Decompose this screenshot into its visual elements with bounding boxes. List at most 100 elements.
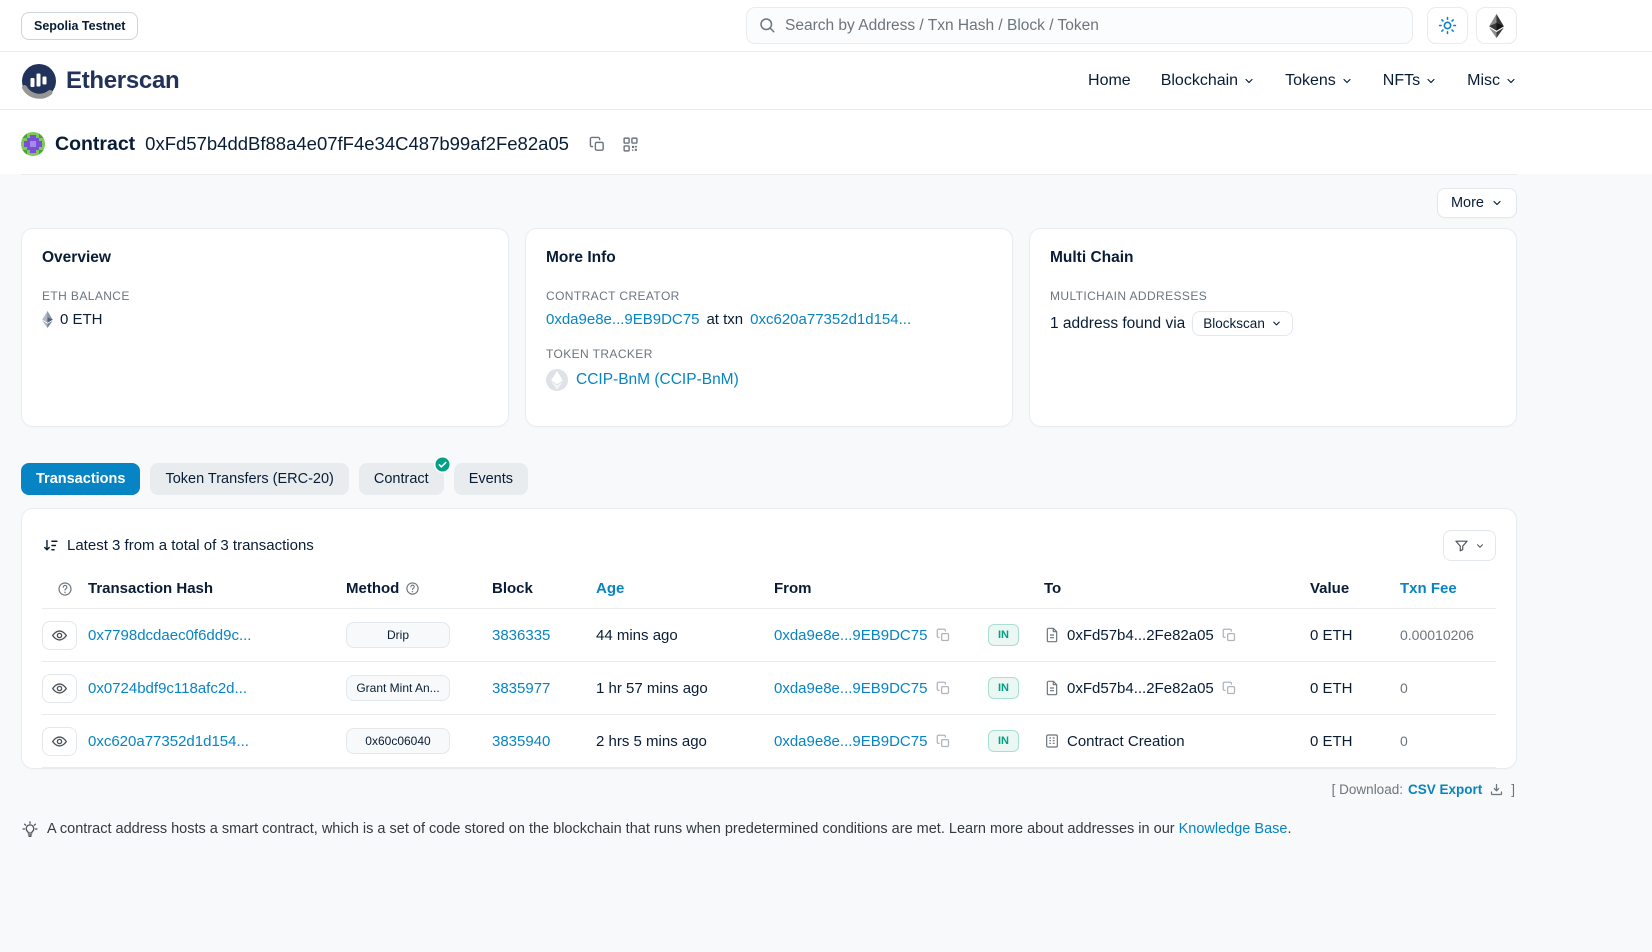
copy-address-button[interactable] xyxy=(587,134,608,155)
copy-icon[interactable] xyxy=(1221,680,1238,697)
to-address: 0xFd57b4...2Fe82a05 xyxy=(1067,627,1214,644)
col-age-toggle[interactable]: Age xyxy=(596,580,774,597)
document-icon xyxy=(1044,680,1060,696)
help-icon xyxy=(405,581,420,596)
contract-creation-icon xyxy=(1044,733,1060,749)
address-tabs: Transactions Token Transfers (ERC-20) Co… xyxy=(21,463,1517,495)
card-title: Overview xyxy=(42,249,488,267)
card-title: More Info xyxy=(546,249,992,267)
age-text: 44 mins ago xyxy=(596,627,678,644)
tab-token-transfers-erc-20-[interactable]: Token Transfers (ERC-20) xyxy=(150,463,348,495)
footnote-text: A contract address hosts a smart contrac… xyxy=(47,821,1175,837)
from-address-link[interactable]: 0xda9e8e...9EB9DC75 xyxy=(774,627,927,644)
download-icon xyxy=(1489,782,1504,797)
col-from: From xyxy=(774,580,988,597)
download-row: [ Download: CSV Export ] xyxy=(21,769,1517,797)
tab-contract[interactable]: Contract xyxy=(359,463,444,495)
sort-icon xyxy=(42,537,59,554)
direction-badge: IN xyxy=(988,730,1019,752)
help-icon xyxy=(57,581,73,597)
table-header-row: Transaction Hash Method Block Age From T… xyxy=(42,580,1496,609)
col-method: Method xyxy=(346,580,492,597)
qr-code-button[interactable] xyxy=(620,134,641,155)
from-address-link[interactable]: 0xda9e8e...9EB9DC75 xyxy=(774,733,927,750)
eth-balance-value: 0 ETH xyxy=(60,311,103,328)
filter-button[interactable] xyxy=(1443,530,1496,561)
age-text: 1 hr 57 mins ago xyxy=(596,680,708,697)
chevron-down-icon xyxy=(1271,318,1282,329)
sun-icon xyxy=(1438,16,1457,35)
tab-transactions[interactable]: Transactions xyxy=(21,463,140,495)
contract-creator-label: CONTRACT CREATOR xyxy=(546,289,992,303)
nav-item-tokens[interactable]: Tokens xyxy=(1285,72,1353,90)
token-tracker-link[interactable]: CCIP-BnM (CCIP-BnM) xyxy=(576,371,739,389)
etherscan-logo[interactable]: Etherscan xyxy=(21,63,179,99)
copy-icon[interactable] xyxy=(1221,627,1238,644)
creator-address-link[interactable]: 0xda9e8e...9EB9DC75 xyxy=(546,311,699,328)
txn-hash-link[interactable]: 0x7798dcdaec0f6dd9c... xyxy=(88,627,251,644)
chevron-down-icon xyxy=(1505,75,1517,87)
copy-icon[interactable] xyxy=(935,627,952,644)
method-badge: 0x60c06040 xyxy=(346,728,450,754)
brand-name: Etherscan xyxy=(66,67,179,95)
document-icon xyxy=(1044,627,1060,643)
txn-preview-button[interactable] xyxy=(42,674,77,703)
multichain-addresses-label: MULTICHAIN ADDRESSES xyxy=(1050,289,1496,303)
search-input[interactable] xyxy=(746,7,1413,44)
creation-txn-link[interactable]: 0xc620a77352d1d154... xyxy=(750,311,911,328)
network-badge[interactable]: Sepolia Testnet xyxy=(21,12,138,40)
txn-preview-button[interactable] xyxy=(42,621,77,650)
nav-item-misc[interactable]: Misc xyxy=(1467,72,1517,90)
top-bar: Sepolia Testnet xyxy=(0,0,1652,52)
token-icon xyxy=(546,369,568,391)
age-text: 2 hrs 5 mins ago xyxy=(596,733,707,750)
col-value: Value xyxy=(1310,580,1400,597)
nav-item-home[interactable]: Home xyxy=(1088,72,1131,90)
theme-toggle-button[interactable] xyxy=(1427,7,1468,44)
copy-icon xyxy=(589,136,606,153)
csv-export-link[interactable]: CSV Export xyxy=(1408,782,1482,797)
col-transaction-hash: Transaction Hash xyxy=(88,580,346,597)
search-icon xyxy=(758,16,776,34)
txn-hash-link[interactable]: 0x0724bdf9c118afc2d... xyxy=(88,680,247,697)
blockscan-dropdown[interactable]: Blockscan xyxy=(1192,311,1293,336)
nav-item-nfts[interactable]: NFTs xyxy=(1383,72,1437,90)
multichain-found-text: 1 address found via xyxy=(1050,315,1185,333)
nav-item-blockchain[interactable]: Blockchain xyxy=(1161,72,1255,90)
tab-events[interactable]: Events xyxy=(454,463,528,495)
overview-card: Overview ETH BALANCE 0 ETH xyxy=(21,228,509,427)
txn-value: 0 ETH xyxy=(1310,627,1353,644)
download-suffix: ] xyxy=(1511,782,1515,797)
from-address-link[interactable]: 0xda9e8e...9EB9DC75 xyxy=(774,680,927,697)
copy-icon[interactable] xyxy=(935,680,952,697)
chevron-down-icon xyxy=(1425,75,1437,87)
txn-fee: 0.00010206 xyxy=(1400,627,1474,643)
txn-value: 0 ETH xyxy=(1310,680,1353,697)
txn-preview-button[interactable] xyxy=(42,727,77,756)
search-bar xyxy=(746,7,1413,44)
table-row: 0xc620a77352d1d154... 0x60c06040 3835940… xyxy=(42,715,1496,768)
main-content: More Overview ETH BALANCE 0 ETH More Inf… xyxy=(0,174,1652,838)
funnel-icon xyxy=(1454,538,1469,553)
block-link[interactable]: 3836335 xyxy=(492,627,550,644)
txn-hash-link[interactable]: 0xc620a77352d1d154... xyxy=(88,733,249,750)
more-dropdown-button[interactable]: More xyxy=(1437,188,1517,218)
eye-icon xyxy=(51,627,68,644)
download-prefix: [ Download: xyxy=(1332,782,1403,797)
block-link[interactable]: 3835940 xyxy=(492,733,550,750)
eth-balance-label: ETH BALANCE xyxy=(42,289,488,303)
copy-icon[interactable] xyxy=(935,733,952,750)
col-txn-fee-toggle[interactable]: Txn Fee xyxy=(1400,580,1496,597)
card-title: Multi Chain xyxy=(1050,249,1496,267)
block-link[interactable]: 3835977 xyxy=(492,680,550,697)
main-navbar: Etherscan Home Blockchain Tokens NFTs Mi… xyxy=(0,52,1652,110)
knowledge-base-link[interactable]: Knowledge Base xyxy=(1179,821,1288,837)
network-switcher-button[interactable] xyxy=(1476,7,1517,44)
col-block: Block xyxy=(492,580,596,597)
method-badge: Drip xyxy=(346,622,450,648)
token-tracker-label: TOKEN TRACKER xyxy=(546,347,992,361)
method-badge: Grant Mint An... xyxy=(346,675,450,701)
eth-glyph-icon xyxy=(42,311,53,328)
direction-badge: IN xyxy=(988,677,1019,699)
eye-icon xyxy=(51,680,68,697)
